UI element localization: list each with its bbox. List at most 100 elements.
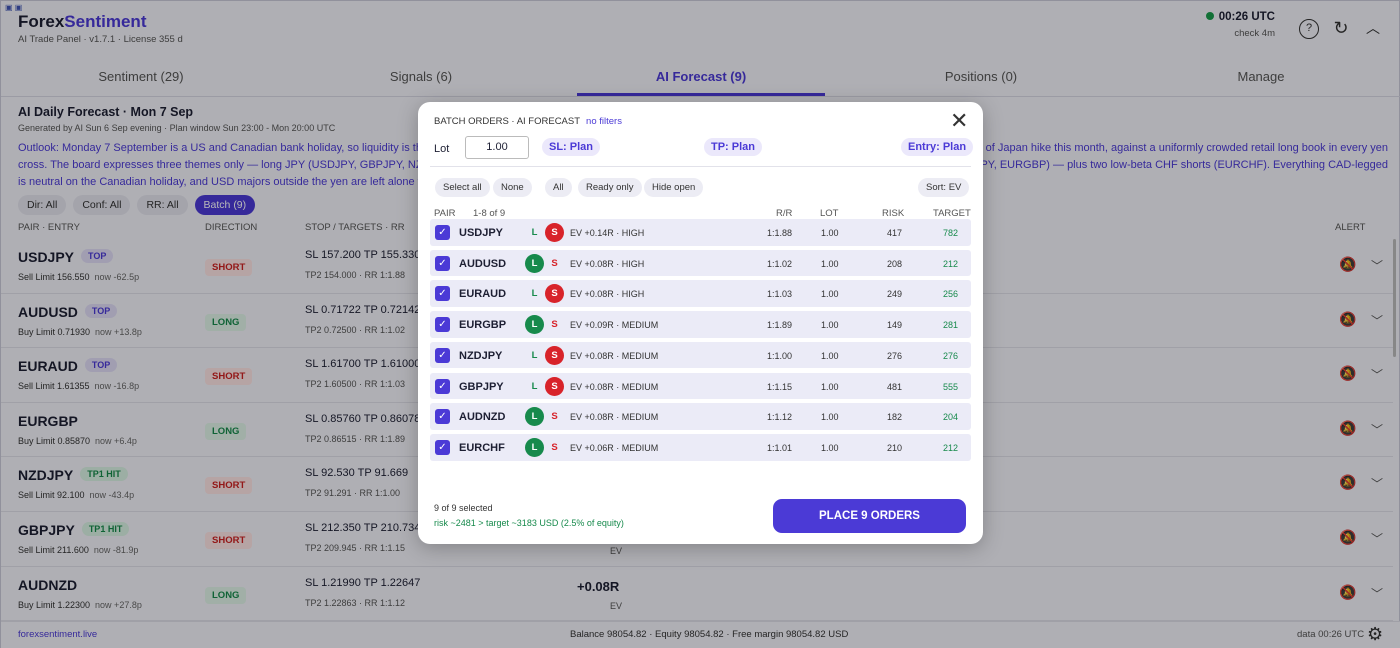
order-ev: EV +0.08R · MEDIUM <box>570 350 659 361</box>
checkbox[interactable]: ✓ <box>435 347 450 363</box>
long-toggle[interactable]: L <box>525 437 544 457</box>
order-row[interactable]: ✓ GBPJPY L S EV +0.08R · MEDIUM 1:1.15 1… <box>430 372 971 400</box>
order-target: 281 <box>942 320 958 331</box>
place-orders-button[interactable]: PLACE 9 ORDERS <box>773 499 966 533</box>
lot-label: Lot <box>434 143 450 155</box>
short-toggle[interactable]: S <box>545 438 564 457</box>
order-rr: 1:1.01 <box>767 442 793 453</box>
short-toggle[interactable]: S <box>545 315 564 334</box>
order-rr: 1:1.03 <box>767 289 793 300</box>
order-pair: EURGBP <box>459 319 507 332</box>
order-lot: 1.00 <box>821 228 839 238</box>
order-target: 555 <box>942 381 958 392</box>
order-pair: USDJPY <box>459 227 504 239</box>
order-pair: NZDJPY <box>459 349 503 362</box>
dialog-title: BATCH ORDERS · AI FORECAST no filters <box>434 116 622 127</box>
col-range: 1-8 of 9 <box>473 208 506 219</box>
order-ev: EV +0.08R · HIGH <box>570 289 645 300</box>
order-target: 212 <box>942 258 958 269</box>
order-row[interactable]: ✓ AUDNZD L S EV +0.08R · MEDIUM 1:1.12 1… <box>430 403 971 430</box>
order-lot: 1.00 <box>821 381 839 392</box>
select-none-button[interactable]: None <box>493 178 532 197</box>
long-toggle[interactable]: L <box>525 346 544 365</box>
order-row[interactable]: ✓ NZDJPY L S EV +0.08R · MEDIUM 1:1.00 1… <box>430 341 971 369</box>
short-toggle[interactable]: S <box>545 223 564 242</box>
lot-input[interactable]: 1.00 <box>465 136 529 159</box>
order-pair: AUDUSD <box>459 257 507 270</box>
order-row[interactable]: ✓ USDJPY L S EV +0.14R · HIGH 1:1.88 1.0… <box>430 219 971 246</box>
order-ev: EV +0.08R · HIGH <box>570 258 645 269</box>
order-rr: 1:1.12 <box>767 412 793 423</box>
order-risk: 210 <box>886 442 902 453</box>
sl-plan-button[interactable]: SL: Plan <box>542 138 601 156</box>
order-risk: 481 <box>886 381 902 392</box>
order-pair: AUDNZD <box>459 411 506 424</box>
short-toggle[interactable]: S <box>545 254 564 273</box>
order-pair: GBPJPY <box>459 380 504 393</box>
order-target: 204 <box>942 412 958 423</box>
order-ev: EV +0.09R · MEDIUM <box>570 320 659 331</box>
order-pair: EURCHF <box>459 441 505 454</box>
order-lot: 1.00 <box>821 412 839 423</box>
long-toggle[interactable]: L <box>525 407 544 427</box>
checkbox[interactable]: ✓ <box>435 286 450 302</box>
order-lot: 1.00 <box>821 289 839 300</box>
checkbox[interactable]: ✓ <box>435 225 450 240</box>
order-target: 212 <box>942 442 958 453</box>
select-all-button[interactable]: Select all <box>435 178 490 197</box>
order-risk: 182 <box>886 412 902 423</box>
risk-summary: risk ~2481 > target ~3183 USD (2.5% of e… <box>434 518 624 528</box>
ready-only-button[interactable]: Ready only <box>578 178 642 197</box>
order-rr: 1:1.00 <box>767 350 793 361</box>
long-toggle[interactable]: L <box>525 284 544 303</box>
order-lot: 1.00 <box>821 350 839 361</box>
checkbox[interactable]: ✓ <box>435 439 450 455</box>
order-target: 276 <box>942 350 958 361</box>
order-lot: 1.00 <box>821 320 839 331</box>
short-toggle[interactable]: S <box>545 407 564 426</box>
tp-plan-button[interactable]: TP: Plan <box>704 138 763 156</box>
order-rr: 1:1.02 <box>767 258 793 269</box>
hide-open-button[interactable]: Hide open <box>644 178 704 197</box>
no-filters-link[interactable]: no filters <box>586 116 622 127</box>
entry-plan-button[interactable]: Entry: Plan <box>901 138 974 156</box>
checkbox[interactable]: ✓ <box>435 378 450 394</box>
long-toggle[interactable]: L <box>525 223 544 242</box>
dialog-title-text: BATCH ORDERS · AI FORECAST <box>434 116 581 127</box>
long-toggle[interactable]: L <box>525 315 544 335</box>
filter-all-button[interactable]: All <box>545 178 572 197</box>
long-toggle[interactable]: L <box>525 377 544 396</box>
short-toggle[interactable]: S <box>545 345 564 365</box>
batch-orders-dialog: BATCH ORDERS · AI FORECAST no filters ✕ L… <box>418 102 983 544</box>
order-ev: EV +0.08R · MEDIUM <box>570 381 659 392</box>
checkbox[interactable]: ✓ <box>435 409 450 425</box>
order-target: 256 <box>942 289 958 300</box>
selected-count: 9 of 9 selected <box>434 503 493 513</box>
order-lot: 1.00 <box>821 258 839 269</box>
col-target: TARGET <box>933 208 971 219</box>
checkbox[interactable]: ✓ <box>435 317 450 333</box>
col-lot: LOT <box>820 208 839 219</box>
order-risk: 149 <box>886 320 902 331</box>
long-toggle[interactable]: L <box>525 253 544 273</box>
col-risk: RISK <box>882 208 905 219</box>
order-risk: 208 <box>886 258 902 269</box>
order-ev: EV +0.08R · MEDIUM <box>570 412 659 423</box>
order-row[interactable]: ✓ AUDUSD L S EV +0.08R · HIGH 1:1.02 1.0… <box>430 249 971 277</box>
close-icon[interactable]: ✕ <box>950 108 968 134</box>
order-lot: 1.00 <box>821 442 839 453</box>
order-risk: 276 <box>886 350 902 361</box>
order-risk: 249 <box>886 289 902 300</box>
checkbox[interactable]: ✓ <box>435 255 450 271</box>
short-toggle[interactable]: S <box>545 284 564 304</box>
divider <box>430 166 971 167</box>
col-rr: R/R <box>776 208 793 219</box>
short-toggle[interactable]: S <box>545 376 564 396</box>
sort-button[interactable]: Sort: EV <box>918 178 970 197</box>
order-row[interactable]: ✓ EURCHF L S EV +0.06R · MEDIUM 1:1.01 1… <box>430 433 971 461</box>
order-row[interactable]: ✓ EURAUD L S EV +0.08R · HIGH 1:1.03 1.0… <box>430 280 971 308</box>
order-rr: 1:1.88 <box>767 228 793 238</box>
order-ev: EV +0.06R · MEDIUM <box>570 442 659 453</box>
order-row[interactable]: ✓ EURGBP L S EV +0.09R · MEDIUM 1:1.89 1… <box>430 311 971 338</box>
order-target: 782 <box>942 228 958 238</box>
